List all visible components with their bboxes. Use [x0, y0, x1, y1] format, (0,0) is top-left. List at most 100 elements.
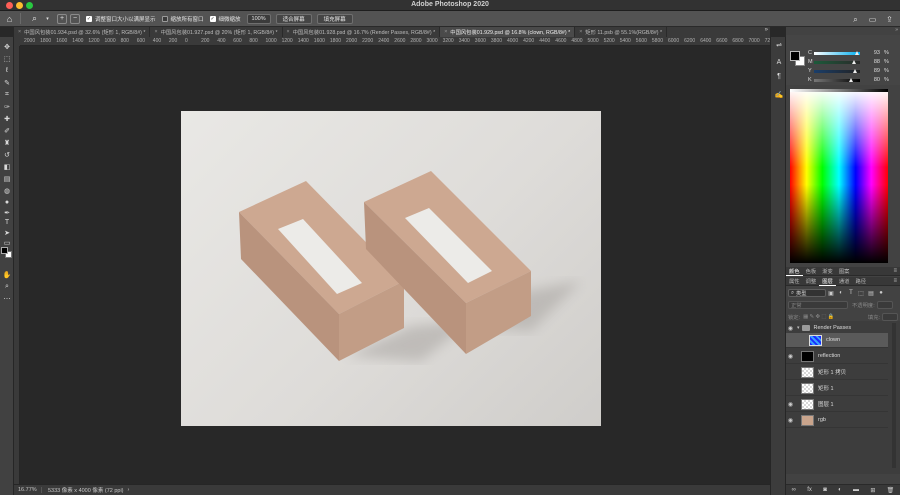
new-group-icon[interactable]: ▬ — [853, 487, 859, 493]
lock-icons[interactable]: ▦ ✎ ✥ ⬚ 🔒 — [803, 314, 834, 320]
tab-color[interactable]: 颜色 — [786, 267, 803, 276]
eye-icon[interactable]: ◉ — [786, 353, 795, 360]
status-zoom[interactable]: 16.77% — [14, 487, 42, 493]
crop-tool-icon[interactable]: ⌗ — [1, 89, 13, 100]
canvas-area[interactable] — [20, 46, 770, 484]
link-layers-icon[interactable]: ∞ — [792, 487, 796, 493]
layer-style-icon[interactable]: fx — [807, 487, 812, 493]
eye-icon[interactable]: ◉ — [786, 417, 795, 424]
slider-track[interactable] — [814, 68, 860, 73]
slider-k[interactable]: K 80 % — [808, 76, 898, 84]
adjustment-layer-icon[interactable]: ◐ — [838, 487, 842, 493]
paragraph-panel-icon[interactable]: ¶ — [773, 71, 785, 82]
tab-swatches[interactable]: 色板 — [803, 267, 820, 275]
layer-row[interactable]: ◉ 图层 1 — [786, 397, 888, 412]
zoom-tool-side-icon[interactable]: ⌕ — [1, 281, 13, 292]
slider-track[interactable] — [814, 50, 860, 55]
close-tab-icon[interactable]: × — [444, 29, 447, 35]
slider-thumb[interactable] — [854, 50, 859, 55]
slider-m[interactable]: M 88 % — [808, 58, 898, 66]
horizontal-ruler[interactable]: 2000 1800 1600 1400 1200 1000 800 600 400 200 0 200… — [20, 37, 770, 46]
clone-stamp-tool-icon[interactable]: ♜ — [1, 137, 13, 148]
slider-thumb[interactable] — [852, 59, 857, 64]
zoom-in-icon[interactable]: + — [57, 13, 67, 24]
slider-thumb[interactable] — [852, 68, 857, 73]
share-icon[interactable]: ⇪ — [883, 13, 896, 26]
filter-smart-icon[interactable]: ▤ — [866, 290, 876, 297]
layer-row[interactable]: ◉ rgb — [786, 413, 888, 428]
tab-channels[interactable]: 通道 — [836, 277, 853, 285]
gradient-tool-icon[interactable]: ▤ — [1, 173, 13, 184]
trash-icon[interactable]: 🗑 — [887, 487, 895, 494]
zoom-all-windows-checkbox[interactable]: 缩放所有窗口 — [161, 15, 204, 23]
fill-screen-button[interactable]: 填充屏幕 — [316, 13, 353, 24]
close-tab-icon[interactable]: × — [579, 29, 582, 35]
tab-gradients[interactable]: 渐变 — [819, 267, 836, 275]
brush-settings-icon[interactable]: ✍ — [773, 89, 785, 100]
layer-row-selected[interactable]: clown — [786, 333, 888, 348]
filter-shape-icon[interactable]: ⬚ — [856, 290, 866, 297]
layer-filter-select[interactable]: ⌕ 类型 — [788, 289, 826, 297]
filter-pixel-icon[interactable]: ▣ — [826, 290, 836, 297]
move-tool-icon[interactable]: ✥ — [1, 41, 13, 52]
slider-value[interactable]: 88 — [866, 59, 880, 65]
add-mask-icon[interactable]: ◙ — [823, 487, 827, 493]
layers-scrollbar[interactable] — [892, 323, 896, 468]
panel-menu-icon[interactable]: ≡ — [893, 278, 900, 284]
slider-c[interactable]: C 93 % — [808, 49, 898, 57]
layer-row[interactable]: ◉ reflection — [786, 349, 888, 364]
chevron-down-icon[interactable]: ▾ — [41, 12, 54, 25]
color-spectrum[interactable] — [790, 89, 888, 263]
chevron-down-icon[interactable]: ▾ — [797, 325, 800, 331]
document-tab[interactable]: × 矩形 11.psb @ 55.1%(RGB/8#) * — [575, 27, 668, 37]
document-tab[interactable]: × 中国风包装01.928.psd @ 16.7% (Render Passes,… — [283, 27, 441, 37]
brush-tool-icon[interactable]: ✐ — [1, 125, 13, 136]
history-panel-icon[interactable]: ⇌ — [773, 39, 785, 50]
slider-y[interactable]: Y 89 % — [808, 67, 898, 75]
workspace-icon[interactable]: ▭ — [866, 13, 879, 26]
collapse-panels-icon[interactable]: » — [895, 27, 898, 33]
filter-type-icon[interactable]: T — [846, 290, 856, 296]
foreground-color-swatch[interactable] — [790, 51, 800, 61]
character-panel-icon[interactable]: A — [773, 57, 785, 68]
zoom-percent-field[interactable]: 100% — [246, 13, 271, 24]
close-tab-icon[interactable]: × — [154, 29, 157, 35]
tab-overflow-icon[interactable]: » — [765, 27, 768, 33]
slider-value[interactable]: 89 — [866, 68, 880, 74]
tab-layers[interactable]: 图层 — [819, 277, 836, 286]
tab-patterns[interactable]: 图案 — [836, 267, 853, 275]
hand-tool-icon[interactable]: ✋ — [1, 269, 13, 280]
history-brush-tool-icon[interactable]: ↺ — [1, 149, 13, 160]
slider-thumb[interactable] — [848, 77, 853, 82]
blend-mode-select[interactable]: 正常 — [788, 301, 848, 309]
resize-windows-checkbox[interactable]: ✓ 调整窗口大小以满屏显示 — [86, 15, 156, 23]
layer-row[interactable]: 矩形 1 拷贝 — [786, 365, 888, 380]
eyedropper-tool-icon[interactable]: ✑ — [1, 101, 13, 112]
eye-icon[interactable]: ◉ — [786, 325, 795, 332]
fill-field[interactable] — [882, 312, 898, 321]
document-tab[interactable]: × 中国风包装01.927.psd @ 20% (矩形 1, RGB/8#) * — [150, 27, 283, 37]
opacity-field[interactable] — [876, 301, 893, 309]
tab-paths[interactable]: 路径 — [852, 277, 869, 285]
filter-toggle-icon[interactable]: ● — [876, 290, 886, 296]
quick-select-tool-icon[interactable]: ✎ — [1, 77, 13, 88]
panel-menu-icon[interactable]: ≡ — [893, 268, 900, 274]
layer-row[interactable]: 矩形 1 — [786, 381, 888, 396]
foreground-color-swatch[interactable] — [1, 247, 8, 254]
eye-icon[interactable]: ◉ — [786, 401, 795, 408]
document-canvas[interactable] — [181, 111, 601, 426]
healing-brush-tool-icon[interactable]: ✚ — [1, 113, 13, 124]
close-tab-icon[interactable]: × — [18, 29, 21, 35]
home-icon[interactable]: ⌂ — [3, 12, 16, 25]
search-icon[interactable]: ⌕ — [849, 13, 862, 26]
blur-tool-icon[interactable]: ◍ — [1, 185, 13, 196]
chevron-right-icon[interactable]: › — [128, 487, 130, 493]
scrubby-zoom-checkbox[interactable]: ✓ 细微缩放 — [209, 15, 241, 23]
fit-screen-button[interactable]: 适合屏幕 — [275, 13, 312, 24]
zoom-tool-icon[interactable]: ⌕ — [28, 12, 41, 25]
new-layer-icon[interactable]: ⊞ — [870, 487, 875, 494]
tab-properties[interactable]: 属性 — [786, 277, 803, 285]
zoom-out-icon[interactable]: − — [70, 13, 80, 24]
lasso-tool-icon[interactable]: ℓ — [1, 65, 13, 76]
slider-track[interactable] — [814, 77, 860, 82]
